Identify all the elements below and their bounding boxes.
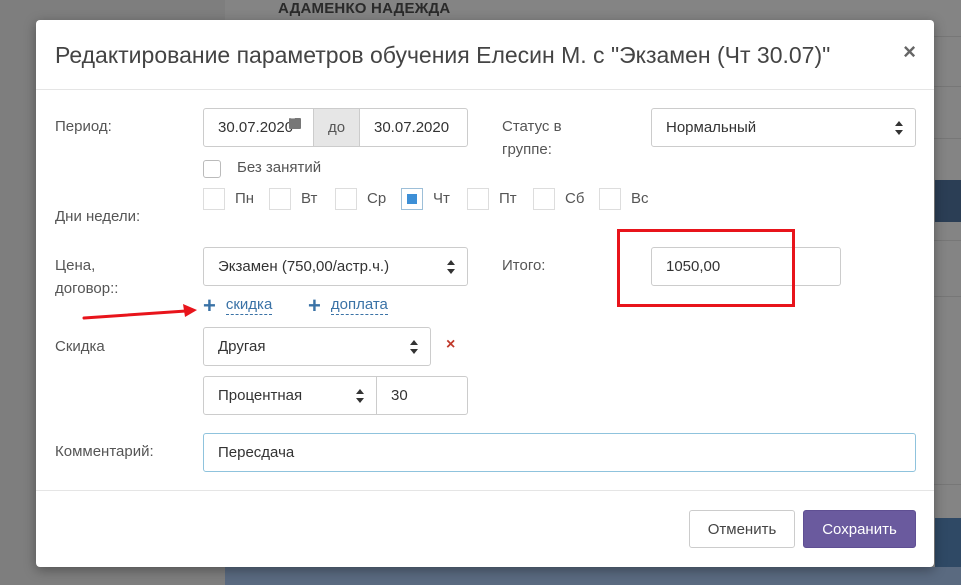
discount-amount-value: 30	[391, 387, 408, 404]
weekday-label: Чт	[433, 190, 450, 207]
add-discount-label: скидка	[225, 296, 273, 315]
save-button[interactable]: Сохранить	[803, 510, 916, 548]
weekday-checkbox[interactable]	[401, 188, 423, 210]
price-label-line1: Цена,	[55, 257, 96, 274]
no-classes-label: Без занятий	[237, 159, 322, 176]
remove-discount-icon[interactable]: ×	[446, 336, 455, 354]
comment-value: Пересдача	[218, 444, 295, 461]
period-from-input[interactable]: 30.07.2020	[203, 108, 314, 147]
add-discount-link[interactable]: + скидка	[203, 292, 273, 318]
status-value: Нормальный	[666, 119, 757, 136]
weekday-checkbox[interactable]	[533, 188, 555, 210]
background-bottom-bar	[225, 567, 961, 585]
select-caret-icon	[410, 339, 418, 355]
period-from-value: 30.07.2020	[218, 119, 294, 136]
weekday-label: Сб	[565, 190, 585, 207]
cancel-button[interactable]: Отменить	[689, 510, 795, 548]
discount-type-select[interactable]: Другая	[203, 327, 431, 366]
background-student-name: АДАМЕНКО НАДЕЖДА	[278, 0, 451, 17]
select-caret-icon	[895, 120, 903, 136]
close-icon[interactable]: ×	[903, 40, 916, 64]
background-blue-strip	[935, 180, 961, 222]
period-to-input[interactable]: 30.07.2020	[359, 108, 468, 147]
plus-icon: +	[308, 292, 321, 318]
add-surcharge-link[interactable]: + доплата	[308, 292, 388, 318]
annotation-arrow-icon	[82, 304, 197, 320]
no-classes-checkbox[interactable]	[203, 160, 221, 178]
annotation-highlight-box	[617, 229, 795, 307]
weekday-checkbox[interactable]	[269, 188, 291, 210]
period-to-value: 30.07.2020	[374, 119, 450, 136]
select-caret-icon	[356, 388, 364, 404]
weekday-checkbox[interactable]	[335, 188, 357, 210]
total-label: Итого:	[502, 257, 546, 274]
weekdays-label: Дни недели:	[55, 208, 141, 225]
discount-type-value: Другая	[218, 338, 266, 355]
period-to-addon: до	[313, 108, 360, 147]
comment-input[interactable]: Пересдача	[203, 433, 916, 472]
dialog-title: Редактирование параметров обучения Елеси…	[55, 42, 831, 68]
dialog-footer: Отменить Сохранить	[36, 490, 934, 567]
discount-mode-value: Процентная	[218, 387, 303, 404]
weekday-checkbox[interactable]	[203, 188, 225, 210]
price-contract-value: Экзамен (750,00/астр.ч.)	[218, 258, 390, 275]
discount-amount-input[interactable]: 30	[376, 376, 468, 415]
dialog-header: Редактирование параметров обучения Елеси…	[36, 20, 934, 90]
discount-mode-select[interactable]: Процентная	[203, 376, 377, 415]
calendar-icon[interactable]	[289, 115, 301, 129]
period-label: Период:	[55, 118, 112, 135]
plus-icon: +	[203, 292, 216, 318]
background-blue-strip	[935, 518, 961, 568]
weekday-checkbox[interactable]	[467, 188, 489, 210]
price-label-line2: договор::	[55, 280, 119, 297]
weekday-label: Пт	[499, 190, 517, 207]
add-surcharge-label: доплата	[330, 296, 388, 315]
weekday-label: Ср	[367, 190, 387, 207]
edit-training-dialog: Редактирование параметров обучения Елеси…	[36, 20, 934, 567]
status-label-line2: группе:	[502, 141, 552, 158]
status-select[interactable]: Нормальный	[651, 108, 916, 147]
weekday-checkbox[interactable]	[599, 188, 621, 210]
select-caret-icon	[447, 259, 455, 275]
comment-label: Комментарий:	[55, 443, 154, 460]
weekday-label: Вт	[301, 190, 318, 207]
price-contract-select[interactable]: Экзамен (750,00/астр.ч.)	[203, 247, 468, 286]
weekday-label: Вс	[631, 190, 649, 207]
discount-label: Скидка	[55, 338, 105, 355]
status-label-line1: Статус в	[502, 118, 562, 135]
weekday-label: Пн	[235, 190, 255, 207]
